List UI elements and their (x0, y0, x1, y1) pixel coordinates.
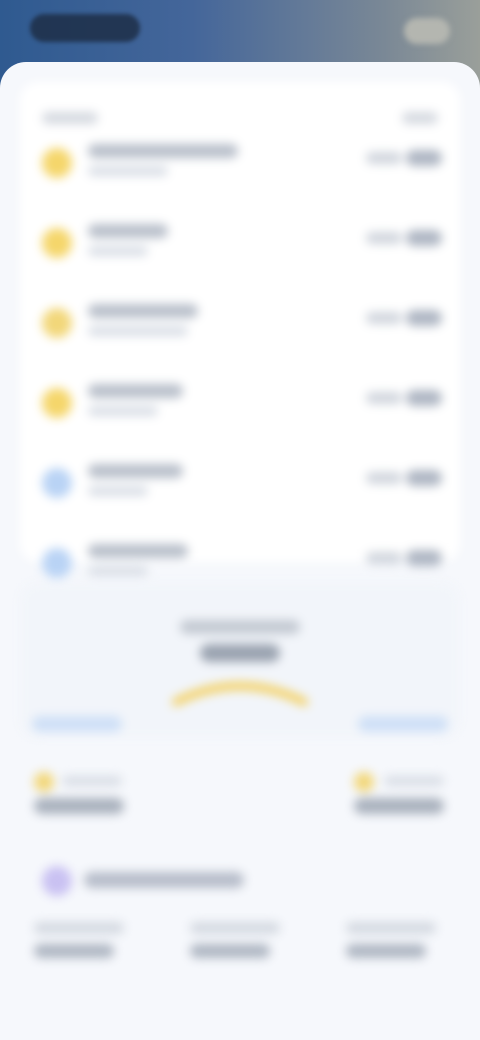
feature-item[interactable] (346, 922, 446, 982)
list-item-sub (88, 326, 188, 336)
sun-icon (42, 388, 72, 418)
sun-icon (34, 772, 54, 792)
list-item-sub (88, 486, 148, 496)
summary-chip-left[interactable] (32, 716, 122, 732)
feature-item-value (34, 944, 114, 958)
list-item-change (406, 310, 442, 326)
list-header (42, 112, 438, 132)
list-item[interactable] (42, 378, 442, 434)
summary-arc (172, 682, 308, 706)
list-item-name (88, 144, 238, 158)
list-item-change (406, 550, 442, 566)
drop-icon (42, 548, 72, 578)
stat-value (354, 798, 444, 814)
list-item-name (88, 224, 168, 238)
list-item[interactable] (42, 218, 442, 274)
list-header-right (402, 112, 438, 124)
sun-icon (42, 308, 72, 338)
stat-label (384, 776, 444, 786)
list-item-change (406, 390, 442, 406)
feature-item-label (190, 922, 280, 934)
feature-item[interactable] (34, 922, 134, 982)
list-header-left (42, 112, 98, 124)
header-title-pill[interactable] (30, 14, 140, 42)
list-item-name (88, 304, 198, 318)
list-item-change (406, 230, 442, 246)
list-item-value (366, 232, 402, 244)
list-item[interactable] (42, 298, 442, 354)
list-item-value (366, 392, 402, 404)
list-item-value (366, 312, 402, 324)
list-item-value (366, 552, 402, 564)
summary-card (20, 582, 460, 738)
feature-item[interactable] (190, 922, 290, 982)
features-title (84, 872, 244, 888)
drop-icon (42, 468, 72, 498)
feature-item-label (346, 922, 436, 934)
sun-icon (42, 228, 72, 258)
list-item-sub (88, 166, 168, 176)
list-item-value (366, 472, 402, 484)
summary-chip-right[interactable] (358, 716, 448, 732)
stat-card-left (34, 762, 154, 822)
star-icon (42, 866, 72, 896)
stat-label (62, 776, 122, 786)
list-item-name (88, 544, 188, 558)
sun-icon (42, 148, 72, 178)
feature-item-label (34, 922, 124, 934)
stat-value (34, 798, 124, 814)
list-item-change (406, 150, 442, 166)
summary-title (180, 620, 300, 634)
bottom-sheet (0, 62, 480, 1040)
stat-card-right (340, 762, 460, 822)
list-item[interactable] (42, 458, 442, 514)
list-item-sub (88, 246, 148, 256)
list-item-value (366, 152, 402, 164)
list-item-change (406, 470, 442, 486)
list-item-name (88, 464, 183, 478)
list-item[interactable] (42, 138, 442, 194)
sun-icon (354, 772, 374, 792)
list-item-name (88, 384, 183, 398)
sheet-content (20, 62, 460, 1040)
feature-item-value (346, 944, 426, 958)
list-item-sub (88, 406, 158, 416)
summary-value (200, 644, 280, 662)
features-section (20, 852, 460, 1002)
header-action-button[interactable] (404, 18, 450, 44)
list-card (20, 82, 460, 578)
list-item-sub (88, 566, 148, 576)
feature-item-value (190, 944, 270, 958)
